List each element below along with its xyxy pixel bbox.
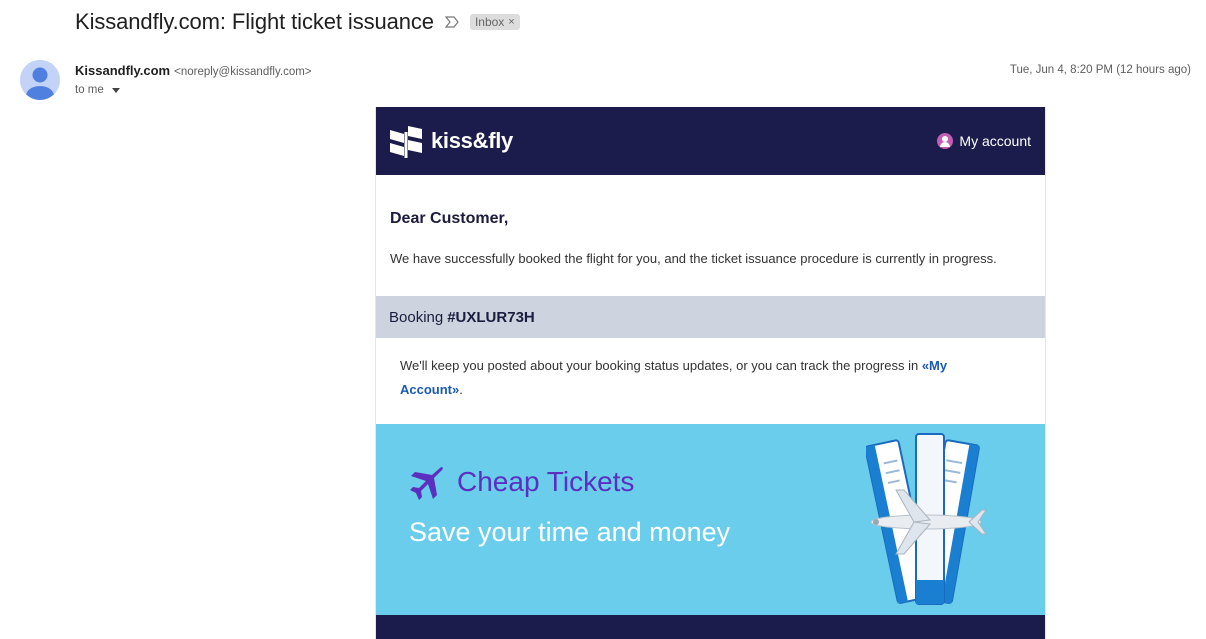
kissandfly-logo-icon: [389, 124, 423, 158]
user-account-icon: [937, 133, 954, 149]
email-body: kiss&fly My account Dear Customer, We ha…: [375, 107, 1046, 639]
cheap-tickets-banner[interactable]: Cheap Tickets Save your time and money: [376, 424, 1045, 615]
my-account-label: My account: [959, 133, 1031, 149]
default-avatar-icon: [20, 60, 60, 100]
sender-email: <noreply@kissandfly.com>: [174, 66, 312, 78]
chevron-down-icon[interactable]: [111, 87, 120, 93]
banner-subtitle: Save your time and money: [409, 517, 731, 547]
email-date: Tue, Jun 4, 8:20 PM (12 hours ago): [1009, 64, 1191, 76]
sender-line: Kissandfly.com <noreply@kissandfly.com>: [75, 63, 312, 78]
mail-footer-bar: [376, 615, 1045, 639]
inbox-label-text: Inbox: [474, 15, 505, 29]
brand-name: kiss&fly: [431, 128, 513, 153]
inbox-label-chip[interactable]: Inbox ×: [469, 14, 520, 30]
booking-label: Booking: [389, 308, 444, 326]
status-text: We'll keep you posted about your booking…: [400, 358, 922, 373]
remove-label-icon[interactable]: ×: [508, 16, 514, 28]
status-paragraph: We'll keep you posted about your booking…: [400, 354, 1010, 402]
my-account-link[interactable]: My account: [937, 133, 1031, 149]
brand-logo[interactable]: kiss&fly: [389, 124, 513, 158]
sender-avatar[interactable]: [20, 60, 60, 100]
greeting: Dear Customer,: [390, 210, 509, 227]
status-end: .: [459, 382, 463, 397]
intro-text: We have successfully booked the flight f…: [390, 251, 997, 266]
banner-title: Cheap Tickets: [457, 466, 635, 497]
email-subject: Kissandfly.com: Flight ticket issuance: [75, 9, 434, 34]
subject-row: Kissandfly.com: Flight ticket issuance I…: [75, 8, 520, 36]
recipient-details-toggle[interactable]: to me: [75, 84, 120, 96]
booking-id: #UXLUR73H: [447, 308, 535, 326]
mail-header: kiss&fly My account: [376, 107, 1045, 175]
booking-bar: Booking #UXLUR73H: [376, 296, 1045, 338]
recipient-text: to me: [75, 84, 104, 96]
sender-name[interactable]: Kissandfly.com: [75, 63, 170, 78]
importance-marker-icon[interactable]: [444, 14, 460, 30]
tickets-airplane-illustration: [866, 433, 987, 605]
airplane-icon: [410, 467, 443, 500]
